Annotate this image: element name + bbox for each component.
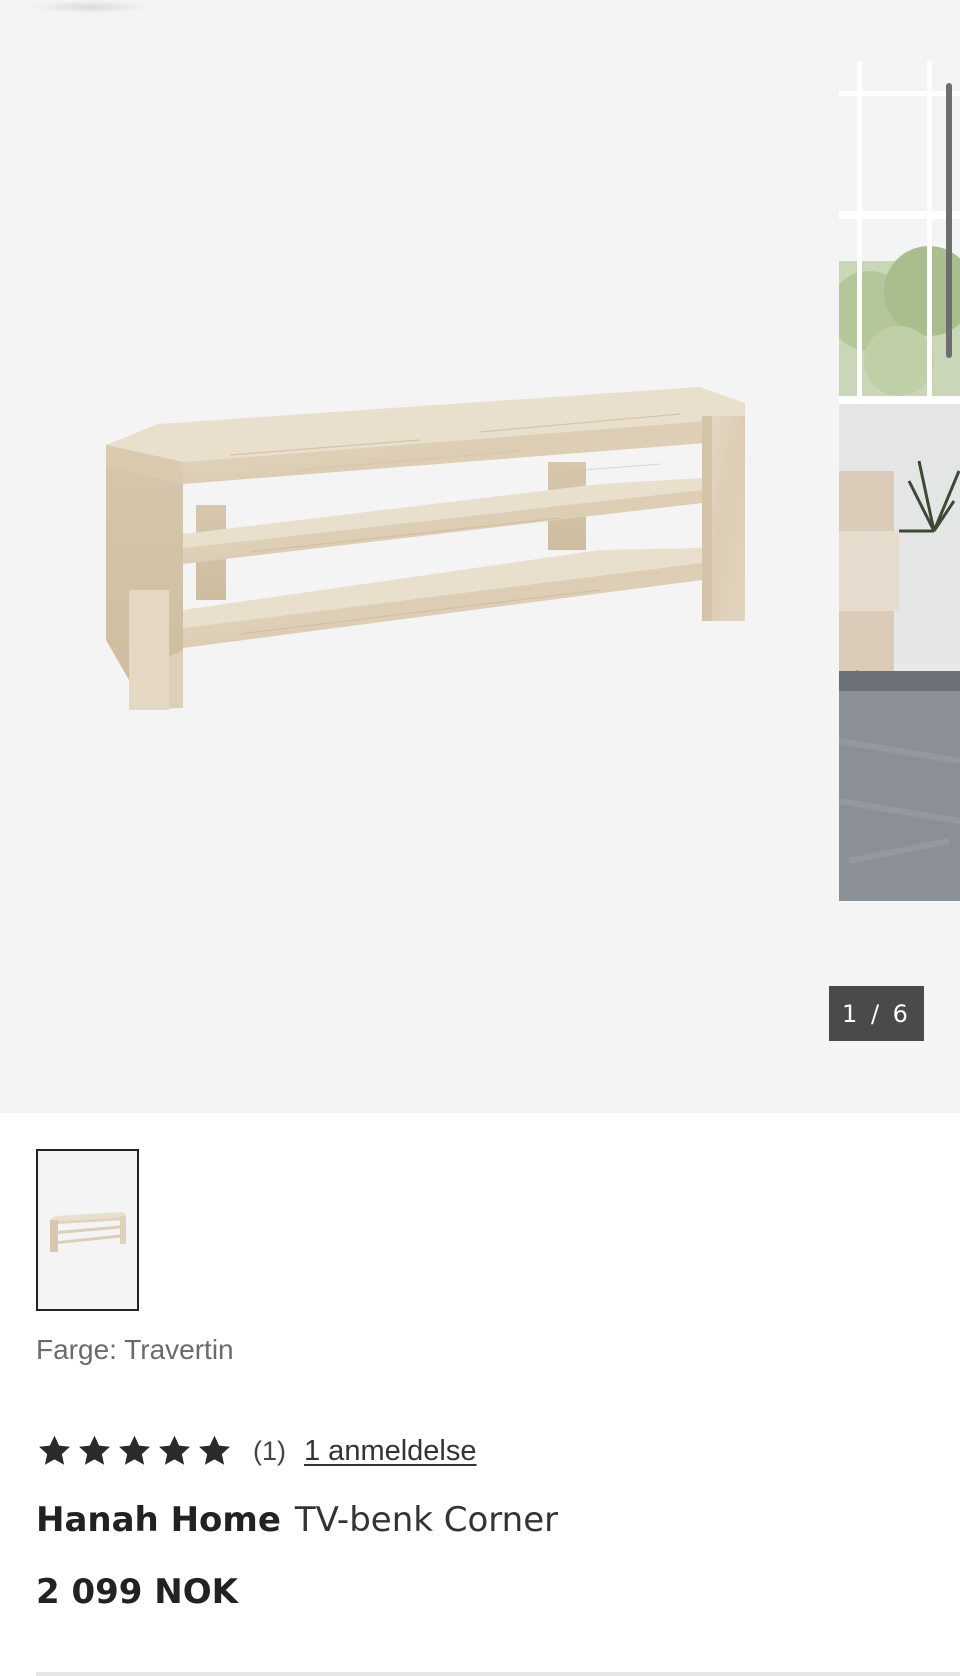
product-name: TV-benk Corner <box>294 1500 559 1540</box>
upper-shelf-top <box>183 478 702 548</box>
color-label: Farge: Travertin <box>36 1334 234 1365</box>
star-icon <box>159 1435 190 1465</box>
star-icon <box>119 1435 150 1465</box>
gallery-scroll-indicator[interactable] <box>946 83 952 358</box>
thumbnail-image <box>50 1212 126 1252</box>
product-title: Hanah Home TV-benk Corner <box>36 1500 558 1540</box>
main-product-image[interactable] <box>0 0 830 1113</box>
star-rating <box>36 1433 233 1469</box>
next-product-image[interactable] <box>839 61 960 901</box>
image-gallery[interactable]: 1 / 6 <box>0 0 960 1113</box>
star-icon <box>39 1435 70 1465</box>
star-icon <box>79 1435 110 1465</box>
image-counter: 1 / 6 <box>829 986 924 1041</box>
brand-name[interactable]: Hanah Home <box>36 1500 281 1540</box>
reviews-link[interactable]: 1 anmeldelse <box>304 1435 477 1468</box>
left-leg <box>129 590 169 710</box>
product-page: 1 / 6 Farge: Travertin (1) 1 anmeldelse … <box>0 0 960 1676</box>
rating-row: (1) 1 anmeldelse <box>36 1430 477 1472</box>
star-icon <box>199 1435 230 1465</box>
product-price: 2 099 NOK <box>36 1572 239 1612</box>
divider <box>36 1672 960 1676</box>
thumbnail-1-selected[interactable] <box>36 1149 139 1311</box>
rating-count: (1) <box>253 1435 286 1466</box>
